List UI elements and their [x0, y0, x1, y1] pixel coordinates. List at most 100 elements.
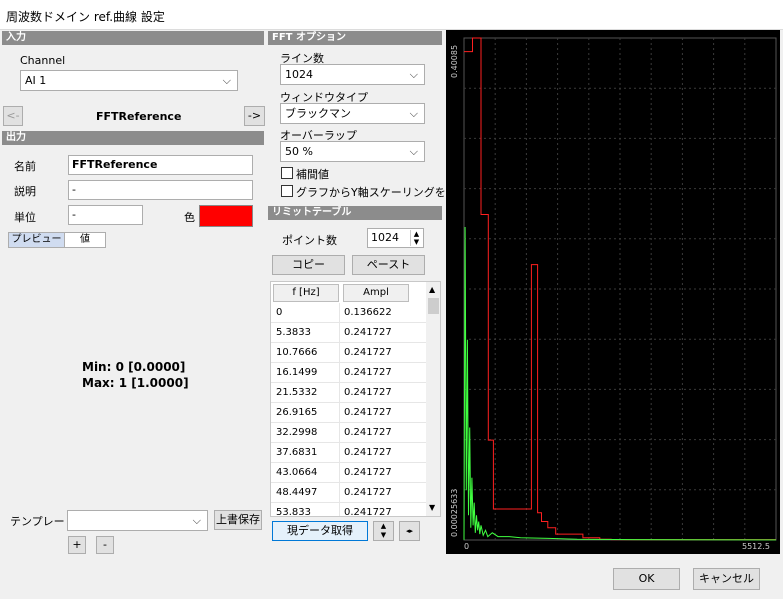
ok-button[interactable]: OK: [613, 568, 680, 590]
window-type-value: ブラックマン: [285, 107, 351, 120]
overlap-value: 50 %: [285, 145, 313, 158]
stepper-arrows-icon[interactable]: ▲ ▼: [410, 230, 422, 246]
cell-frequency: 21.5332: [276, 387, 318, 398]
table-row[interactable]: 21.5332 0.241727: [271, 383, 426, 403]
name-field[interactable]: FFTReference: [68, 155, 253, 175]
copy-button[interactable]: コピー: [272, 255, 345, 275]
max-text: Max: 1 [1.0000]: [82, 376, 189, 390]
color-swatch[interactable]: [199, 205, 253, 227]
scrollbar-thumb[interactable]: [428, 298, 439, 314]
chevron-down-icon: ⌵: [222, 74, 231, 87]
min-text: Min: 0 [0.0000]: [82, 360, 186, 374]
chevron-down-icon: ⌵: [192, 514, 201, 527]
overwrite-save-button[interactable]: 上書保存: [214, 510, 262, 530]
description-field[interactable]: -: [68, 180, 253, 200]
cancel-button[interactable]: キャンセル: [693, 568, 760, 590]
output-section-header: 出力: [2, 131, 264, 145]
points-value: 1024: [371, 231, 399, 244]
table-row[interactable]: 10.7666 0.241727: [271, 343, 426, 363]
column-header-frequency[interactable]: f [Hz]: [273, 284, 339, 302]
points-label: ポイント数: [282, 234, 337, 247]
cell-frequency: 53.833: [276, 507, 311, 517]
cell-frequency: 10.7666: [276, 347, 318, 358]
limit-table-header: リミットテーブル: [268, 206, 442, 220]
template-select[interactable]: ⌵: [67, 510, 208, 531]
template-label: テンプレート: [10, 515, 76, 528]
table-row[interactable]: 43.0664 0.241727: [271, 463, 426, 483]
x-axis-right-label: 5512.5: [742, 542, 770, 551]
cell-amplitude: 0.241727: [344, 407, 392, 418]
chevron-down-icon: ⌵: [409, 68, 418, 81]
chevron-down-icon: ⌵: [409, 107, 418, 120]
interpolation-checkbox[interactable]: [281, 167, 293, 179]
next-channel-button[interactable]: ->: [244, 106, 265, 126]
chevron-down-icon[interactable]: ▼: [429, 503, 435, 512]
cell-amplitude: 0.241727: [344, 467, 392, 478]
prev-channel-button[interactable]: <-: [3, 106, 23, 126]
channel-value: AI 1: [25, 74, 47, 87]
cell-amplitude: 0.241727: [344, 327, 392, 338]
table-row[interactable]: 48.4497 0.241727: [271, 483, 426, 503]
reference-name: FFTReference: [96, 110, 182, 123]
cell-amplitude: 0.241727: [344, 367, 392, 378]
table-scrollbar[interactable]: ▲ ▼: [426, 282, 440, 516]
table-row[interactable]: 26.9165 0.241727: [271, 403, 426, 423]
cell-amplitude: 0.241727: [344, 487, 392, 498]
table-row[interactable]: 0 0.136622: [271, 303, 426, 323]
tab-preview[interactable]: プレビュー: [8, 232, 65, 248]
limit-table[interactable]: f [Hz] Ampl 0 0.136622 5.3833 0.241727 10.…: [270, 281, 441, 517]
spectrum-plot[interactable]: 0.40085 0.00025633 0 5512.5: [446, 30, 780, 554]
overlap-select[interactable]: 50 % ⌵: [280, 141, 425, 162]
spectrum-chart: 0.40085 0.00025633 0 5512.5: [450, 37, 777, 551]
cell-frequency: 32.2998: [276, 427, 318, 438]
chevron-down-icon: ⌵: [409, 145, 418, 158]
description-label: 説明: [14, 185, 36, 198]
window-title: 周波数ドメイン ref.曲線 設定: [6, 10, 165, 24]
paste-button[interactable]: ペースト: [352, 255, 425, 275]
get-current-data-button[interactable]: 現データ取得: [272, 521, 368, 541]
unit-field[interactable]: -: [68, 205, 143, 225]
cell-frequency: 16.1499: [276, 367, 318, 378]
cell-amplitude: 0.136622: [344, 307, 392, 318]
column-header-amplitude[interactable]: Ampl: [343, 284, 409, 302]
lines-value: 1024: [285, 68, 313, 81]
channel-select[interactable]: AI 1 ⌵: [20, 70, 238, 91]
color-label: 色: [184, 211, 195, 224]
cell-frequency: 5.3833: [276, 327, 311, 338]
tab-value[interactable]: 値: [64, 232, 106, 248]
cell-amplitude: 0.241727: [344, 347, 392, 358]
cell-amplitude: 0.241727: [344, 447, 392, 458]
table-row[interactable]: 16.1499 0.241727: [271, 363, 426, 383]
cell-frequency: 48.4497: [276, 487, 318, 498]
cell-amplitude: 0.241727: [344, 427, 392, 438]
y-axis-bottom-label: 0.00025633: [450, 489, 459, 537]
y-scale-checkbox[interactable]: [281, 185, 293, 197]
table-row[interactable]: 32.2998 0.241727: [271, 423, 426, 443]
points-stepper[interactable]: 1024 ▲ ▼: [367, 228, 424, 248]
y-axis-top-label: 0.40085: [450, 45, 459, 78]
y-scale-label: グラフからY軸スケーリングをスキ: [296, 186, 468, 199]
remove-template-button[interactable]: -: [96, 536, 114, 554]
x-axis-left-label: 0: [464, 542, 469, 551]
unit-label: 単位: [14, 211, 36, 224]
cell-amplitude: 0.241727: [344, 507, 392, 517]
cell-frequency: 26.9165: [276, 407, 318, 418]
chevron-up-icon[interactable]: ▲: [429, 285, 435, 294]
cell-amplitude: 0.241727: [344, 387, 392, 398]
move-leftright-icon[interactable]: ◂▸: [399, 521, 420, 541]
window-type-select[interactable]: ブラックマン ⌵: [280, 103, 425, 124]
lines-select[interactable]: 1024 ⌵: [280, 64, 425, 85]
table-row[interactable]: 53.833 0.241727: [271, 503, 426, 517]
table-row[interactable]: 37.6831 0.241727: [271, 443, 426, 463]
add-template-button[interactable]: +: [68, 536, 86, 554]
title-bar: 周波数ドメイン ref.曲線 設定: [0, 0, 783, 30]
name-label: 名前: [14, 160, 36, 173]
cell-frequency: 43.0664: [276, 467, 318, 478]
fft-options-header: FFT オプション: [268, 31, 442, 45]
cell-frequency: 0: [276, 307, 283, 318]
table-row[interactable]: 5.3833 0.241727: [271, 323, 426, 343]
cell-frequency: 37.6831: [276, 447, 318, 458]
chart-grid: [463, 37, 777, 541]
input-section-header: 入力: [2, 31, 264, 45]
move-row-updown-icon[interactable]: ▲ ▼: [373, 521, 394, 541]
